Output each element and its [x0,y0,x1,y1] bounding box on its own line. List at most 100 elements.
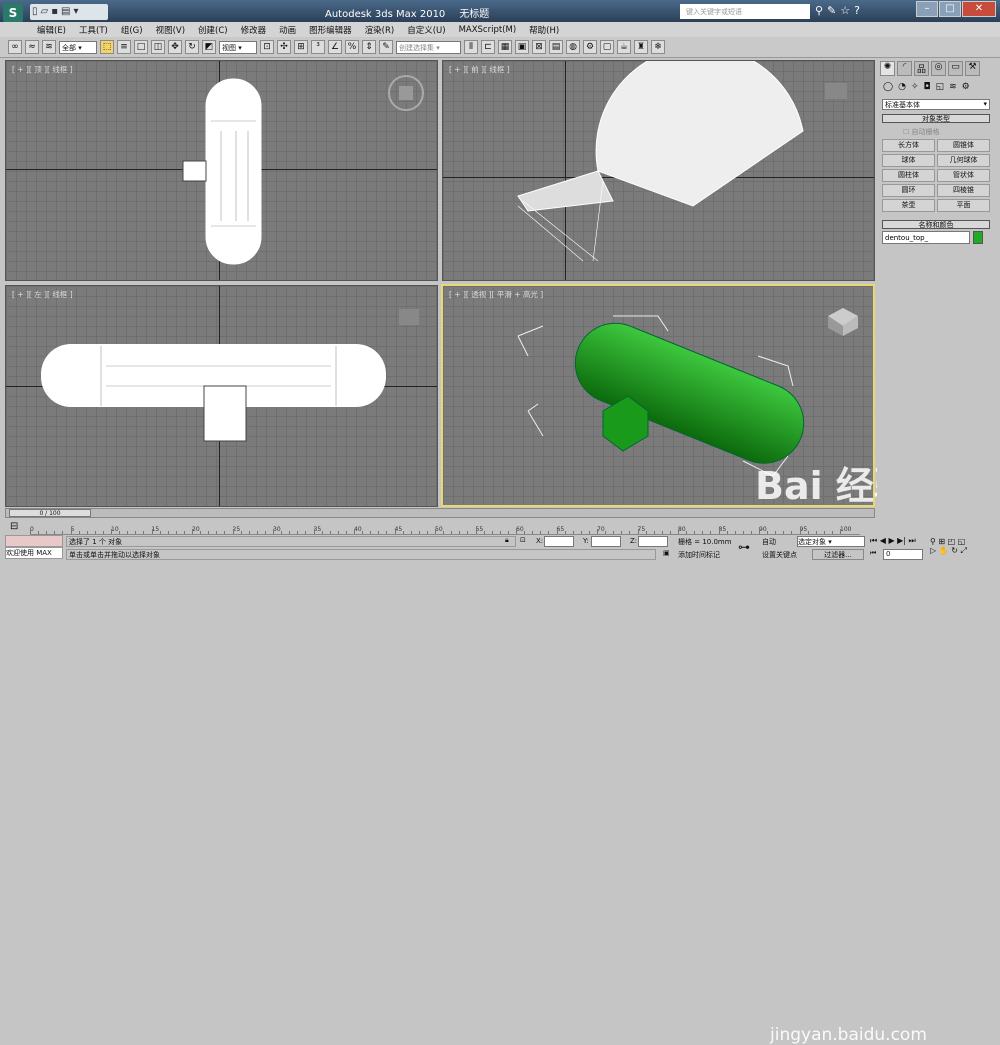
viewport-nav-controls[interactable]: ⚲ ⊞ ◰ ◱ ▷ ✋ ↻ ⤢ [930,537,967,556]
primitive-button[interactable]: 管状体 [937,169,990,182]
named-selection-icon[interactable]: ✎ [379,40,393,54]
maximize-button[interactable]: □ [939,1,961,17]
select-object-icon[interactable]: ⬚ [100,40,114,54]
primitive-button[interactable]: 平面 [937,199,990,212]
menu-item[interactable]: 动画 [279,24,296,36]
motion-tab[interactable]: ◎ [931,61,946,76]
percent-snap-icon[interactable]: % [345,40,359,54]
keyboard-shortcut-icon[interactable]: ⊞ [294,40,308,54]
rendered-frame-icon[interactable]: ▢ [600,40,614,54]
menu-item[interactable]: 图形编辑器 [309,24,352,36]
autokey-button[interactable]: 自动 [762,537,776,547]
geometry-icon[interactable]: ◯ [883,82,893,92]
minimize-button[interactable]: – [916,1,938,17]
bind-spacewarp-icon[interactable]: ≋ [42,40,56,54]
category-dropdown[interactable]: 标准基本体 ▾ [882,99,990,110]
object-type-rollout[interactable]: 对象类型 [882,114,990,123]
open-icon[interactable]: ▱ [41,6,49,18]
viewport-top[interactable]: [ + ][ 顶 ][ 线框 ] [5,60,438,281]
scale-icon[interactable]: ◩ [202,40,216,54]
key-icon[interactable]: ⊶ [738,540,750,554]
snap-icon[interactable]: ³ [311,40,325,54]
object-name-input[interactable] [882,231,970,244]
pivot-icon[interactable]: ⊡ [260,40,274,54]
lock-icon[interactable]: 🔒︎ [505,536,509,545]
particle-icon[interactable]: ❄ [651,40,665,54]
named-selection-dropdown[interactable]: 创建选择集 ▾ [396,40,461,54]
track-bar-icon[interactable]: ⊟ [10,521,18,532]
primitive-button[interactable]: 圆锥体 [937,139,990,152]
create-tab[interactable]: ✺ [880,61,895,76]
link-icon[interactable]: ∞ [8,40,22,54]
x-coord-input[interactable] [544,536,574,547]
absolute-mode-icon[interactable]: ⊡ [520,536,526,544]
primitive-button[interactable]: 球体 [882,154,935,167]
menu-item[interactable]: 组(G) [121,24,143,36]
autogrid-checkbox[interactable]: ☐ 自动栅格 [901,125,995,139]
infocenter-icons[interactable]: ⚲✎☆? [815,4,864,17]
add-time-tag[interactable]: 添加时间标记 [678,550,720,560]
name-color-rollout[interactable]: 名称和颜色 [882,220,990,229]
set-key-button[interactable]: 设置关键点 [762,550,797,560]
project-icon[interactable]: ▤ [61,6,70,18]
shapes-icon[interactable]: ◔ [898,82,906,92]
welcome-text[interactable]: 欢迎使用 MAX [5,547,63,559]
viewport-front[interactable]: [ + ][ 前 ][ 线框 ] [442,60,875,281]
menu-item[interactable]: 创建(C) [198,24,228,36]
close-button[interactable]: ✕ [962,1,996,17]
display-tab[interactable]: ▭ [948,61,963,76]
z-coord-input[interactable] [638,536,668,547]
key-filters-button[interactable]: 过滤器... [812,549,864,560]
menu-item[interactable]: 视图(V) [156,24,185,36]
rect-selection-icon[interactable]: □ [134,40,148,54]
rotate-icon[interactable]: ↻ [185,40,199,54]
cameras-icon[interactable]: ◘ [923,82,930,92]
primitive-button[interactable]: 长方体 [882,139,935,152]
curve-editor-icon[interactable]: ⊠ [532,40,546,54]
reference-coord-dropdown[interactable]: 视图 ▾ [219,40,257,54]
menu-item[interactable]: 编辑(E) [37,24,66,36]
menu-item[interactable]: 帮助(H) [529,24,559,36]
menu-item[interactable]: 工具(T) [79,24,108,36]
systems-icon[interactable]: ⚙ [962,82,970,92]
helpers-icon[interactable]: ◱ [936,82,945,92]
time-slider-thumb[interactable]: 0 / 100 [9,509,91,517]
maxscript-listener[interactable] [5,535,63,547]
primitive-button[interactable]: 几何球体 [937,154,990,167]
material-editor-icon[interactable]: ◍ [566,40,580,54]
menu-item[interactable]: 渲染(R) [365,24,395,36]
render-setup-icon[interactable]: ⚙ [583,40,597,54]
current-frame-input[interactable]: 0 [883,549,923,560]
search-input[interactable]: 键入关键字或短语 [680,4,810,19]
utilities-tab[interactable]: ⚒ [965,61,980,76]
app-logo-button[interactable]: S [3,3,23,23]
mirror-icon[interactable]: ⫴ [464,40,478,54]
y-coord-input[interactable] [591,536,621,547]
menu-item[interactable]: 自定义(U) [407,24,445,36]
primitive-button[interactable]: 茶壶 [882,199,935,212]
viewport-left[interactable]: [ + ][ 左 ][ 线框 ] [5,285,438,507]
select-by-name-icon[interactable]: ≡ [117,40,131,54]
spacewarps-icon[interactable]: ≋ [949,82,957,92]
primitive-button[interactable]: 圆柱体 [882,169,935,182]
layer-manager-icon[interactable]: ▦ [498,40,512,54]
window-crossing-icon[interactable]: ◫ [151,40,165,54]
primitive-button[interactable]: 四棱锥 [937,184,990,197]
playback-controls[interactable]: ⏮ ◀ ▶ ▶| ⏭ [870,536,916,546]
modify-tab[interactable]: ◜ [897,61,912,76]
key-selection-dropdown[interactable]: 选定对象 ▾ [797,536,865,547]
move-icon[interactable]: ✥ [168,40,182,54]
sketch-icon[interactable]: ♜ [634,40,648,54]
object-color-swatch[interactable] [973,231,983,244]
align-icon[interactable]: ⊏ [481,40,495,54]
angle-snap-icon[interactable]: ∠ [328,40,342,54]
primitive-button[interactable]: 圆环 [882,184,935,197]
dropdown-icon[interactable]: ▾ [73,6,78,18]
manipulate-icon[interactable]: ✣ [277,40,291,54]
save-icon[interactable]: ▪ [51,6,58,18]
track-bar[interactable]: 0 5 10 15 20 25 30 35 40 45 50 55 60 65 70 75 80 85 90 95 10… [30,520,860,535]
new-icon[interactable]: ▯ [32,6,38,18]
render-icon[interactable]: ☕ [617,40,631,54]
time-tag-icon[interactable]: ▣ [663,549,670,557]
menu-item[interactable]: 修改器 [241,24,267,36]
